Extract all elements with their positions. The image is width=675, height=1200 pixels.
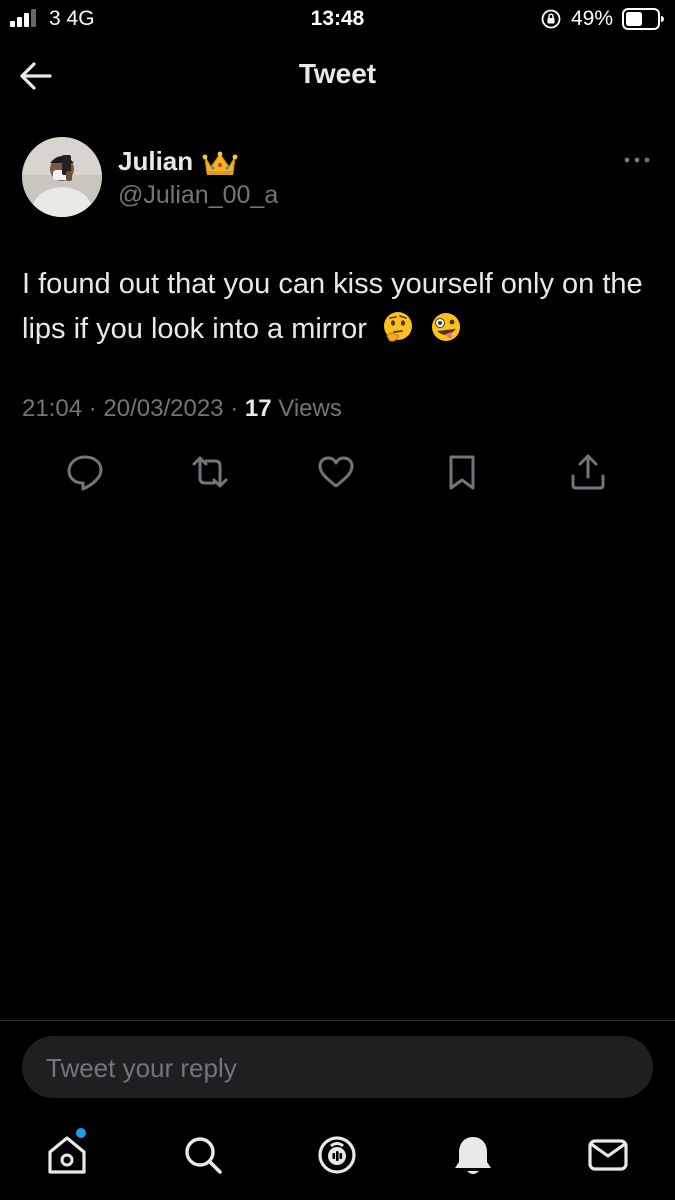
- orientation-lock-icon: [541, 9, 561, 29]
- reply-placeholder: Tweet your reply: [46, 1053, 237, 1083]
- bookmark-icon[interactable]: [442, 452, 482, 492]
- search-icon[interactable]: [180, 1132, 226, 1178]
- tweet-text: I found out that you can kiss yourself o…: [22, 268, 643, 345]
- more-options-icon[interactable]: [622, 152, 652, 168]
- like-icon[interactable]: [316, 452, 356, 492]
- messages-icon[interactable]: [585, 1132, 631, 1178]
- tweet-meta: 21:04 · 20/03/2023 · 17 Views: [22, 395, 342, 423]
- tweet-body: I found out that you can kiss yourself o…: [22, 262, 657, 352]
- battery-percent: 49%: [571, 7, 614, 30]
- share-icon[interactable]: [568, 452, 608, 492]
- thinking-face-emoji: [383, 312, 412, 342]
- page-title: Tweet: [298, 58, 377, 89]
- new-content-dot: [76, 1128, 86, 1138]
- author-handle[interactable]: @Julian_00_a: [118, 181, 278, 210]
- avatar-photo: [22, 137, 102, 217]
- tweet-date: 20/03/2023: [103, 395, 224, 422]
- reply-icon[interactable]: [65, 452, 105, 492]
- battery-icon: [622, 8, 664, 30]
- avatar[interactable]: [22, 137, 102, 217]
- divider: [0, 1020, 675, 1021]
- views-count: 17: [244, 395, 272, 422]
- home-icon[interactable]: [44, 1132, 90, 1178]
- meta-separator: ·: [230, 395, 245, 422]
- top-app-bar: Tweet: [0, 40, 675, 116]
- retweet-icon[interactable]: [190, 452, 230, 492]
- status-bar: 3 4G 13:48 49%: [0, 0, 675, 40]
- author-display-name[interactable]: Julian: [118, 146, 193, 177]
- zany-face-emoji: [432, 313, 461, 341]
- tweet-time: 21:04: [22, 395, 83, 422]
- notifications-icon[interactable]: [450, 1132, 496, 1178]
- meta-separator: ·: [88, 395, 104, 422]
- spaces-icon[interactable]: [314, 1132, 360, 1178]
- crown-icon: [202, 151, 238, 175]
- views-label[interactable]: Views: [278, 395, 342, 422]
- reply-input[interactable]: Tweet your reply: [22, 1036, 653, 1098]
